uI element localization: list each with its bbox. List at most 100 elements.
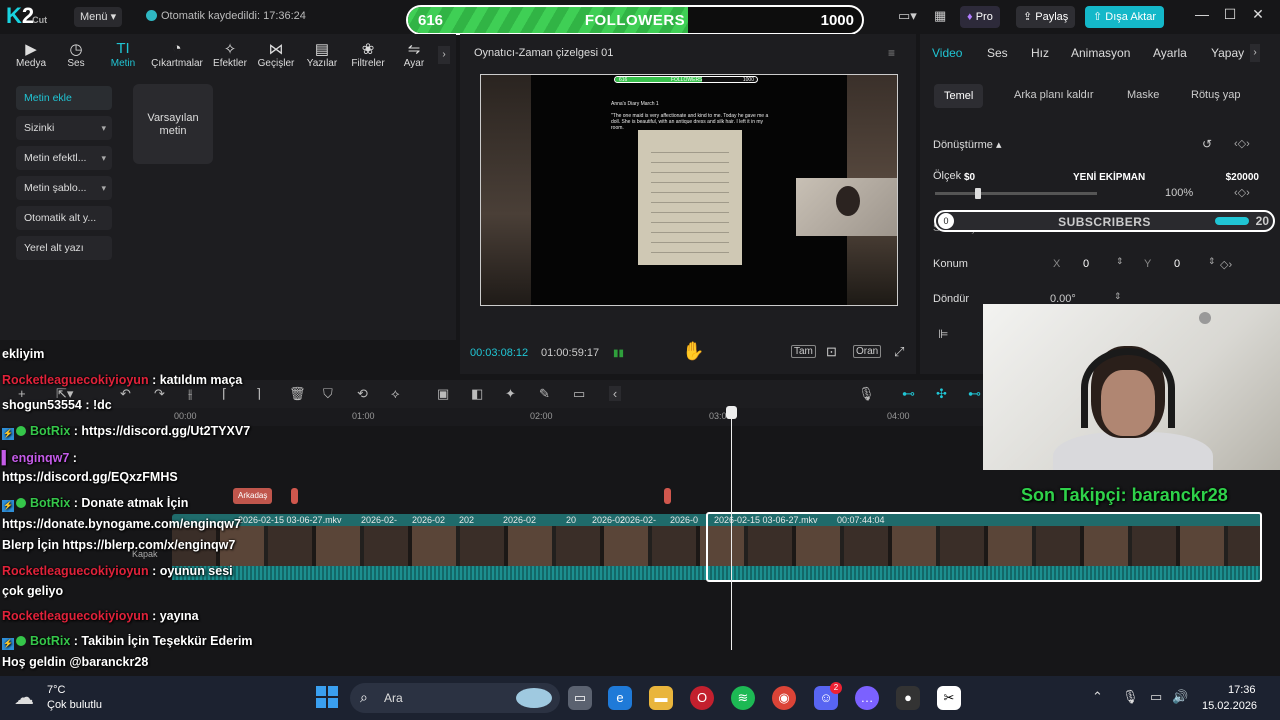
playhead-handle[interactable]: [726, 406, 737, 419]
tab-animation[interactable]: Animasyon: [1071, 46, 1130, 60]
subtab-remove-bg[interactable]: Arka planı kaldır: [1014, 89, 1093, 101]
network-icon[interactable]: ▭: [1150, 689, 1162, 705]
scale-value[interactable]: 100%: [1165, 187, 1193, 199]
file-explorer-icon[interactable]: ▬: [649, 686, 673, 710]
microphone-icon[interactable]: 🎙: [858, 386, 875, 402]
volume-icon[interactable]: 🔊: [1172, 689, 1188, 705]
shortcuts-icon[interactable]: ▦: [934, 8, 946, 24]
video-preview[interactable]: 616 FOLLOWERS 1000 Anna's Diary March 1 "…: [480, 74, 898, 306]
chat-app-icon[interactable]: …: [855, 686, 879, 710]
delete-icon[interactable]: 🗑: [289, 386, 306, 402]
chrome-icon[interactable]: ◉: [772, 686, 796, 710]
stepper-icon[interactable]: ⇕: [1114, 291, 1122, 302]
playhead[interactable]: [731, 408, 732, 650]
captions-icon[interactable]: ▭: [573, 386, 585, 402]
undo-icon[interactable]: ↶: [120, 386, 131, 402]
capcut-icon[interactable]: ✂: [937, 686, 961, 710]
edge-icon[interactable]: e: [608, 686, 632, 710]
stepper-icon[interactable]: ⇕: [1116, 256, 1124, 267]
transform-label[interactable]: Dönüştürme ▴: [933, 138, 1002, 151]
subtab-basic[interactable]: Temel: [934, 84, 984, 108]
windows-start-icon[interactable]: [316, 686, 338, 708]
tool-text[interactable]: TI Metin: [100, 40, 146, 69]
close-icon[interactable]: ✕: [1246, 6, 1270, 23]
cutout-icon[interactable]: ✦: [505, 386, 516, 402]
spotify-icon[interactable]: ≋: [731, 686, 755, 710]
stepper-icon[interactable]: ⇕: [1208, 256, 1216, 267]
tool-adjust[interactable]: ⇋ Ayar: [391, 40, 437, 69]
microphone-tray-icon[interactable]: 🎙: [1122, 689, 1139, 705]
chevron-right-icon[interactable]: ›: [1250, 44, 1260, 62]
export-button[interactable]: ⇧ Dışa Aktar: [1085, 6, 1165, 28]
sidebar-item-auto-captions[interactable]: Otomatik alt y...: [16, 206, 112, 230]
tool-effects[interactable]: ✧ Efektler: [207, 40, 253, 69]
subtab-retouch[interactable]: Rötuş yap: [1191, 89, 1241, 101]
task-view-icon[interactable]: ▭: [568, 686, 592, 710]
tool-filters[interactable]: ❀ Filtreler: [345, 40, 391, 69]
sidebar-item-text-effects[interactable]: Metin efektl... ▾: [16, 146, 112, 170]
tab-audio[interactable]: Ses: [987, 46, 1008, 60]
selected-clip[interactable]: [706, 512, 1262, 582]
weather-temp[interactable]: 7°C: [47, 684, 65, 696]
tool-captions[interactable]: ▤ Yazılar: [299, 40, 345, 69]
maximize-icon[interactable]: ☐: [1218, 6, 1242, 23]
uniform-scale-toggle[interactable]: [1215, 217, 1249, 225]
magic-icon[interactable]: ✎: [539, 386, 550, 402]
weather-desc[interactable]: Çok bulutlu: [47, 699, 102, 711]
chevron-left-icon[interactable]: ‹: [609, 386, 621, 401]
text-clip-marker[interactable]: [291, 488, 298, 504]
align-left-icon[interactable]: ⊫: [938, 327, 948, 341]
default-text-card[interactable]: Varsayılan metin: [133, 84, 213, 164]
minimize-icon[interactable]: —: [1190, 6, 1214, 22]
tab-adjust[interactable]: Ayarla: [1153, 46, 1187, 60]
tool-stickers[interactable]: ◔ Çıkartmalar: [150, 40, 204, 69]
split-right-icon[interactable]: ⌉: [256, 386, 261, 402]
zoom-icon[interactable]: ⊡: [826, 344, 837, 360]
opera-icon[interactable]: O: [690, 686, 714, 710]
split-icon[interactable]: ⫲: [188, 386, 192, 402]
snap-icon[interactable]: ✣: [936, 386, 947, 402]
scale-slider-knob[interactable]: [975, 188, 981, 199]
reverse-icon[interactable]: ◧: [471, 386, 483, 402]
crop-icon[interactable]: ⟲: [357, 386, 368, 402]
mask-shield-icon[interactable]: ⛉: [323, 386, 333, 402]
obs-icon[interactable]: ●: [896, 686, 920, 710]
fullscreen-icon[interactable]: ⤢: [894, 344, 904, 360]
tool-audio[interactable]: ◷ Ses: [53, 40, 99, 69]
full-button[interactable]: Tam: [791, 345, 816, 358]
pos-x-input[interactable]: 0: [1083, 258, 1143, 276]
pro-button[interactable]: ♦ Pro: [960, 6, 1000, 28]
tool-media[interactable]: ▶ Medya: [8, 40, 54, 69]
keyframe-icon[interactable]: ‹◇›: [1234, 186, 1250, 199]
scale-slider[interactable]: [935, 188, 1097, 199]
keyframe-icon[interactable]: ◇›: [1220, 258, 1232, 271]
split-left-icon[interactable]: ⌈: [222, 386, 227, 402]
sidebar-item-add-text[interactable]: Metin ekle: [16, 86, 112, 110]
reset-icon[interactable]: ↺: [1202, 137, 1212, 151]
discord-icon[interactable]: ☺ 2: [814, 682, 842, 710]
clock-time[interactable]: 17:36: [1228, 684, 1256, 696]
taskbar-search[interactable]: ⌕ Ara: [350, 683, 560, 713]
ratio-button[interactable]: Oran: [853, 345, 882, 358]
tab-ai[interactable]: Yapay: [1211, 46, 1244, 60]
tab-speed[interactable]: Hız: [1031, 46, 1049, 60]
subtab-mask[interactable]: Maske: [1127, 89, 1159, 101]
sidebar-item-yours[interactable]: Sizinki ▾: [16, 116, 112, 140]
menu-button[interactable]: Menü ▾: [74, 7, 123, 27]
link-icon[interactable]: ⊷: [902, 386, 915, 402]
text-clip-tag[interactable]: Arkadaş: [233, 488, 273, 504]
tray-overflow-icon[interactable]: ⌃: [1092, 689, 1103, 705]
clock-date[interactable]: 15.02.2026: [1202, 700, 1257, 712]
redo-icon[interactable]: ↷: [154, 386, 165, 402]
sidebar-item-text-templates[interactable]: Metin şablo... ▾: [16, 176, 112, 200]
tab-video[interactable]: Video: [932, 46, 962, 60]
speed-icon[interactable]: ⟡: [391, 386, 400, 402]
menu-icon[interactable]: ≡: [888, 46, 895, 60]
freeze-icon[interactable]: ▣: [437, 386, 449, 402]
chevron-right-icon[interactable]: ›: [438, 46, 450, 64]
layout-icon[interactable]: ▭▾: [898, 8, 917, 24]
tool-transitions[interactable]: ⋈ Geçişler: [253, 40, 299, 69]
preview-axis-icon[interactable]: ⊷: [968, 386, 981, 402]
text-clip-marker[interactable]: [664, 488, 671, 504]
weather-cloud-icon[interactable]: ☁: [14, 685, 34, 710]
